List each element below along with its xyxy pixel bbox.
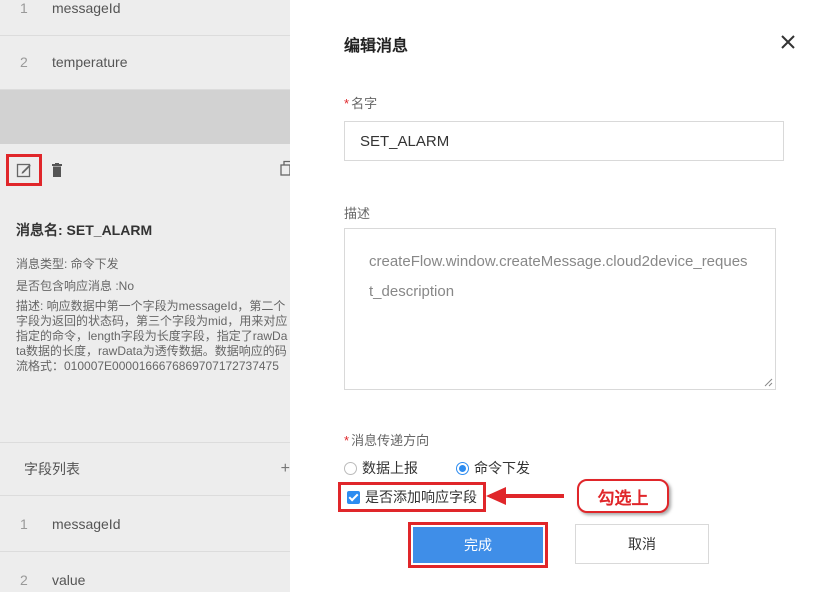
annotation-callout: 勾选上 <box>577 479 669 513</box>
field-name: messageId <box>52 0 121 16</box>
annotation-arrow-head <box>486 487 506 505</box>
add-response-checkbox[interactable]: 是否添加响应字段 <box>338 482 486 512</box>
resize-handle-icon[interactable] <box>764 378 773 387</box>
field-row: 2 value <box>0 552 290 592</box>
field-index: 2 <box>20 53 28 70</box>
message-name: 消息名: SET_ALARM <box>16 222 153 238</box>
radio-unchecked-icon[interactable] <box>344 461 357 475</box>
description-label: 描述 <box>344 206 371 221</box>
checkbox-label: 是否添加响应字段 <box>365 489 477 505</box>
radio-label: 命令下发 <box>474 460 530 476</box>
add-field-icon[interactable]: + <box>281 460 290 478</box>
field-name: temperature <box>52 53 128 70</box>
ok-button[interactable]: 完成 <box>413 527 543 563</box>
radio-label: 数据上报 <box>362 460 418 476</box>
field-name: value <box>52 572 86 588</box>
message-toolbar <box>0 144 290 190</box>
edit-message-dialog: 编辑消息 *名字 描述 createFlow.window.createMess… <box>290 0 839 592</box>
fields-list-label: 字段列表 <box>24 461 80 477</box>
radio-checked-icon[interactable] <box>456 461 469 475</box>
required-mark: * <box>344 433 350 448</box>
cancel-button[interactable]: 取消 <box>575 524 709 564</box>
close-icon[interactable] <box>780 34 796 50</box>
message-description: 描述: 响应数据中第一个字段为messageId，第二个字段为返回的状态码，第三… <box>16 299 288 373</box>
checkbox-checked-icon[interactable] <box>347 490 360 504</box>
field-index: 1 <box>20 0 28 16</box>
name-label: * 名字 <box>344 93 377 112</box>
name-label-text: 名字 <box>351 96 378 111</box>
field-row: 1 messageId <box>0 496 290 552</box>
trash-icon[interactable] <box>52 163 62 177</box>
required-mark: * <box>344 96 350 111</box>
message-detail-panel: 1 messageId 2 temperature 消息名: SET_ALARM… <box>0 0 290 592</box>
field-index: 2 <box>20 572 28 588</box>
copy-icon[interactable] <box>280 160 290 176</box>
direction-label-text: 消息传递方向 <box>351 433 430 448</box>
fields-list-header: 字段列表 + <box>0 442 290 496</box>
radio-data-report[interactable]: 数据上报 <box>344 458 418 478</box>
name-input[interactable] <box>344 121 784 161</box>
description-text: createFlow.window.createMessage.cloud2de… <box>369 253 748 300</box>
edit-icon <box>16 163 31 178</box>
radio-command-send[interactable]: 命令下发 <box>456 458 530 478</box>
direction-label: * 消息传递方向 <box>344 430 429 449</box>
description-textarea[interactable]: createFlow.window.createMessage.cloud2de… <box>344 228 776 390</box>
dialog-title: 编辑消息 <box>344 38 409 55</box>
direction-radio-group: 数据上报 命令下发 <box>344 458 530 478</box>
field-row: 2 temperature <box>0 34 290 90</box>
field-index: 1 <box>20 515 28 532</box>
ok-button-highlight: 完成 <box>408 522 548 568</box>
field-name: messageId <box>52 515 121 532</box>
message-type: 消息类型: 命令下发 <box>16 257 119 271</box>
edit-message-button[interactable] <box>6 154 42 186</box>
message-separator <box>0 90 290 144</box>
field-row: 1 messageId <box>0 0 290 36</box>
has-response: 是否包含响应消息 :No <box>16 279 135 293</box>
